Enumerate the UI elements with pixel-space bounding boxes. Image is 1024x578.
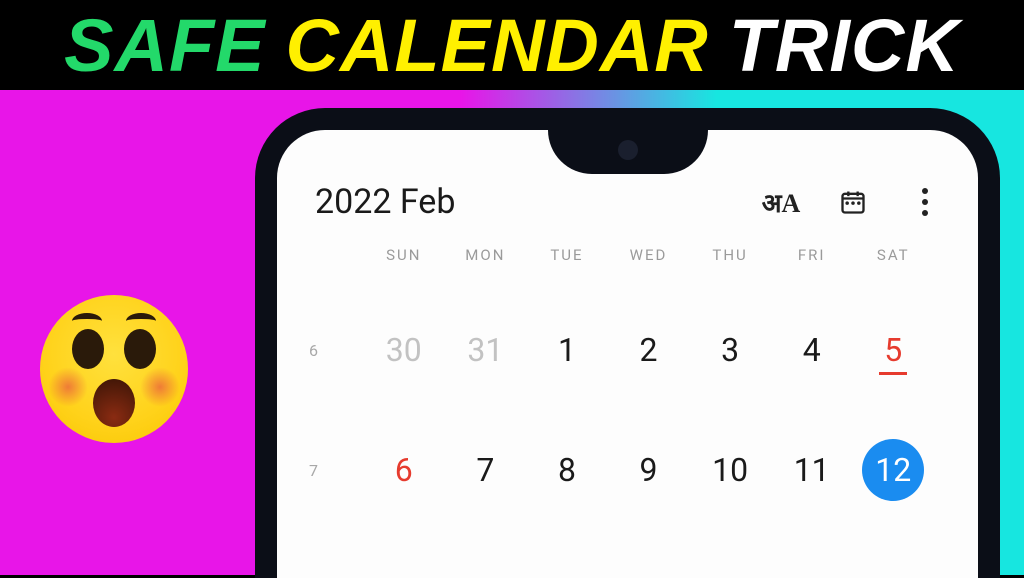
header-actions: अA bbox=[766, 187, 940, 217]
day-cell[interactable]: 1 bbox=[526, 331, 608, 369]
day-cell[interactable]: 5 bbox=[852, 331, 934, 369]
language-icon[interactable]: अA bbox=[766, 187, 796, 217]
title-word-safe: SAFE bbox=[64, 3, 265, 88]
day-cell[interactable]: 9 bbox=[608, 451, 690, 489]
day-cell[interactable]: 8 bbox=[526, 451, 608, 489]
day-cell[interactable]: 6 bbox=[363, 451, 445, 489]
title-word-trick: TRICK bbox=[729, 3, 960, 88]
weekday-thu: THU bbox=[689, 246, 771, 264]
week-row: 7 6 7 8 9 10 11 12 bbox=[277, 410, 978, 530]
weekday-mon: MON bbox=[445, 246, 527, 264]
week-row: 6 30 31 1 2 3 4 5 bbox=[277, 290, 978, 410]
surprised-emoji bbox=[40, 295, 188, 443]
day-cell[interactable]: 31 bbox=[445, 331, 527, 369]
thumbnail-title-bar: SAFE CALENDAR TRICK bbox=[0, 0, 1024, 90]
calendar-icon[interactable] bbox=[838, 187, 868, 217]
day-cell[interactable]: 11 bbox=[771, 451, 853, 489]
day-cell[interactable]: 4 bbox=[771, 331, 853, 369]
day-cell[interactable]: 7 bbox=[445, 451, 527, 489]
day-cell[interactable]: 2 bbox=[608, 331, 690, 369]
day-cell-today[interactable]: 12 bbox=[852, 439, 934, 501]
title-word-calendar: CALENDAR bbox=[286, 3, 709, 88]
weekday-tue: TUE bbox=[526, 246, 608, 264]
day-cell[interactable]: 3 bbox=[689, 331, 771, 369]
phone-frame: 2022 Feb अA bbox=[255, 108, 1000, 578]
weekday-fri: FRI bbox=[771, 246, 853, 264]
week-number: 6 bbox=[303, 341, 363, 360]
calendar-month-title[interactable]: 2022 Feb bbox=[315, 182, 766, 222]
weekday-sat: SAT bbox=[852, 246, 934, 264]
day-cell[interactable]: 10 bbox=[689, 451, 771, 489]
day-cell[interactable]: 30 bbox=[363, 331, 445, 369]
calendar-header: 2022 Feb अA bbox=[277, 174, 978, 240]
weekday-wed: WED bbox=[608, 246, 690, 264]
more-icon[interactable] bbox=[910, 187, 940, 217]
week-number: 7 bbox=[303, 461, 363, 480]
phone-notch bbox=[548, 130, 708, 174]
weekday-header-row: SUN MON TUE WED THU FRI SAT bbox=[277, 246, 978, 264]
phone-screen: 2022 Feb अA bbox=[277, 130, 978, 578]
calendar-grid: 6 30 31 1 2 3 4 5 7 6 7 8 9 10 11 12 bbox=[277, 290, 978, 530]
weekday-sun: SUN bbox=[363, 246, 445, 264]
